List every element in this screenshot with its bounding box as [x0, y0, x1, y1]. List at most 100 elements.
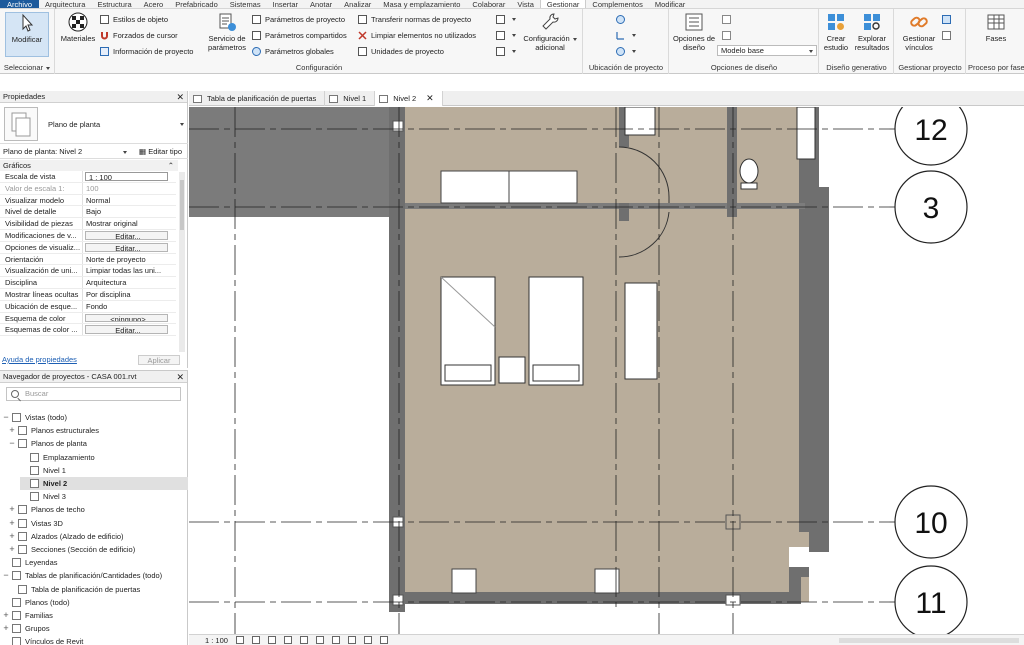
menu-tab-estructura[interactable]: Estructura — [91, 0, 137, 9]
select-panel-label[interactable]: Seleccionar — [0, 63, 54, 72]
design-options-button[interactable]: Opciones de diseño — [672, 12, 716, 52]
browser-item-site-plan[interactable]: Emplazamiento — [20, 451, 188, 464]
menu-tab-insertar[interactable]: Insertar — [267, 0, 304, 9]
prop-row-wall-join[interactable]: Visualización de uni... Limpiar todas las… — [0, 265, 176, 278]
graphics-group-header[interactable]: Gráficos ⌃ — [0, 160, 178, 171]
browser-item-revit-links[interactable]: Vínculos de Revit — [2, 635, 188, 645]
menu-tab-masa[interactable]: Masa y emplazamiento — [377, 0, 466, 9]
properties-help-link[interactable]: Ayuda de propiedades — [0, 355, 77, 364]
expand-icon[interactable]: + — [8, 543, 16, 556]
temporary-hide-icon[interactable] — [347, 636, 356, 644]
prop-row-orientation[interactable]: Orientación Norte de proyecto — [0, 253, 176, 266]
crop-view-icon[interactable] — [299, 636, 308, 644]
position-dropdown[interactable] — [616, 45, 636, 58]
browser-item-views-all[interactable]: − Vistas (todo) — [2, 411, 188, 424]
menu-tab-gestionar[interactable]: Gestionar — [539, 0, 587, 9]
project-units-button[interactable]: Unidades de proyecto — [358, 45, 444, 58]
phases-button[interactable]: Fases — [981, 12, 1011, 43]
properties-scrollbar[interactable] — [179, 172, 185, 352]
expand-icon[interactable]: + — [8, 503, 16, 516]
prop-row-scheme-location[interactable]: Ubicación de esque... Fondo — [0, 300, 176, 313]
menu-tab-prefabricado[interactable]: Prefabricado — [169, 0, 224, 9]
menu-tab-colaborar[interactable]: Colaborar — [466, 0, 511, 9]
close-tab-icon[interactable]: ✕ — [426, 91, 434, 106]
menu-tab-acero[interactable]: Acero — [138, 0, 170, 9]
browser-item-3d-views[interactable]: + Vistas 3D — [8, 517, 188, 530]
expand-icon[interactable]: + — [8, 424, 16, 437]
browser-item-legends[interactable]: Leyendas — [2, 556, 188, 569]
decal-types-button[interactable] — [942, 13, 955, 26]
collapse-icon[interactable]: − — [2, 569, 10, 582]
starting-view-button[interactable] — [942, 29, 955, 42]
tab-level-1[interactable]: Nivel 1 — [325, 91, 376, 106]
type-selector[interactable]: Plano de planta — [0, 104, 188, 144]
modify-button[interactable]: Modificar — [5, 12, 49, 57]
parameter-service-button[interactable]: Servicio de parámetros — [206, 12, 248, 52]
shadows-icon[interactable] — [283, 636, 292, 644]
drawing-area[interactable]: 12 3 10 11 — [189, 107, 1024, 634]
unlock-3d-icon[interactable] — [331, 636, 340, 644]
show-crop-icon[interactable] — [315, 636, 324, 644]
prop-row-discipline[interactable]: Disciplina Arquitectura — [0, 277, 176, 289]
browser-item-structural-plans[interactable]: + Planos estructurales — [8, 424, 188, 437]
reveal-hidden-icon[interactable] — [363, 636, 372, 644]
instance-dropdown-icon[interactable] — [123, 151, 127, 154]
global-parameters-button[interactable]: Parámetros globales — [252, 45, 334, 58]
materials-button[interactable]: Materiales — [59, 12, 97, 43]
pick-to-edit-button[interactable] — [722, 29, 735, 42]
project-info-button[interactable]: Información de proyecto — [100, 45, 193, 58]
additional-settings-button[interactable]: Configuración adicional — [522, 12, 578, 52]
structural-settings-dropdown[interactable] — [496, 13, 516, 26]
instance-selector[interactable]: Plano de planta: Nivel 2 ▦ Editar tipo — [0, 145, 188, 159]
expand-icon[interactable]: + — [8, 530, 16, 543]
view-scale-input[interactable]: 1 : 100 — [85, 172, 168, 181]
menu-tab-anotar[interactable]: Anotar — [304, 0, 338, 9]
browser-search-input[interactable]: Buscar — [6, 387, 181, 401]
browser-item-schedules[interactable]: − Tablas de planificación/Cantidades (tod… — [2, 569, 188, 582]
mep-settings-dropdown[interactable] — [496, 29, 516, 42]
purge-unused-button[interactable]: Limpiar elementos no utilizados — [358, 29, 476, 42]
collapse-icon[interactable]: ⌃ — [168, 160, 174, 171]
browser-item-level-2[interactable]: Nivel 2 — [20, 477, 188, 490]
prop-row-display-model[interactable]: Visualizar modelo Normal — [0, 194, 176, 207]
visual-style-icon[interactable] — [251, 636, 260, 644]
shared-parameters-button[interactable]: Parámetros compartidos — [252, 29, 347, 42]
close-icon[interactable]: ✕ — [176, 91, 184, 103]
explore-outcomes-button[interactable]: Explorar resultados — [853, 12, 891, 52]
browser-item-families[interactable]: + Familias — [2, 609, 188, 622]
add-to-set-button[interactable] — [722, 13, 735, 26]
main-model-select[interactable]: Modelo base — [717, 45, 817, 56]
browser-item-elevations[interactable]: + Alzados (Alzado de edificio) — [8, 530, 188, 543]
collapse-icon[interactable]: − — [8, 437, 16, 450]
menu-tab-analizar[interactable]: Analizar — [338, 0, 377, 9]
project-parameters-button[interactable]: Parámetros de proyecto — [252, 13, 345, 26]
browser-item-level-1[interactable]: Nivel 1 — [20, 464, 188, 477]
floor-plan-drawing[interactable]: 12 3 10 11 — [189, 107, 1024, 634]
graphic-display-edit-button[interactable]: Editar... — [85, 242, 168, 252]
edit-type-button[interactable]: ▦ Editar tipo — [139, 145, 182, 159]
color-scheme-button[interactable]: <ninguno> — [85, 313, 168, 323]
create-study-button[interactable]: Crear estudio — [821, 12, 851, 52]
sun-path-icon[interactable] — [267, 636, 276, 644]
transfer-standards-button[interactable]: Transferir normas de proyecto — [358, 13, 471, 26]
menu-tab-sistemas[interactable]: Sistemas — [224, 0, 267, 9]
prop-row-hidden-lines[interactable]: Mostrar líneas ocultas Por disciplina — [0, 288, 176, 301]
menu-tab-modificar[interactable]: Modificar — [649, 0, 691, 9]
prop-row-detail-level[interactable]: Nivel de detalle Bajo — [0, 206, 176, 219]
snaps-button[interactable]: Forzados de cursor — [100, 29, 178, 42]
menu-tab-complementos[interactable]: Complementos — [586, 0, 648, 9]
expand-icon[interactable]: + — [2, 609, 10, 622]
menu-tab-vista[interactable]: Vista — [511, 0, 540, 9]
prop-row-parts-visibility[interactable]: Visibilidad de piezas Mostrar original — [0, 218, 176, 230]
apply-button[interactable]: Aplicar — [138, 355, 180, 365]
object-styles-button[interactable]: Estilos de objeto — [100, 13, 168, 26]
panel-schedule-dropdown[interactable] — [496, 45, 516, 58]
vg-overrides-edit-button[interactable]: Editar... — [85, 230, 168, 240]
browser-item-ceiling-plans[interactable]: + Planos de techo — [8, 503, 188, 516]
menu-tab-arquitectura[interactable]: Arquitectura — [39, 0, 91, 9]
menu-tab-archivo[interactable]: Archivo — [0, 0, 40, 9]
close-icon[interactable]: ✕ — [176, 371, 184, 383]
browser-item-door-schedule[interactable]: Tabla de planificación de puertas — [8, 583, 188, 596]
browser-item-groups[interactable]: + Grupos — [2, 622, 188, 635]
system-color-schemes-edit-button[interactable]: Editar... — [85, 325, 168, 335]
